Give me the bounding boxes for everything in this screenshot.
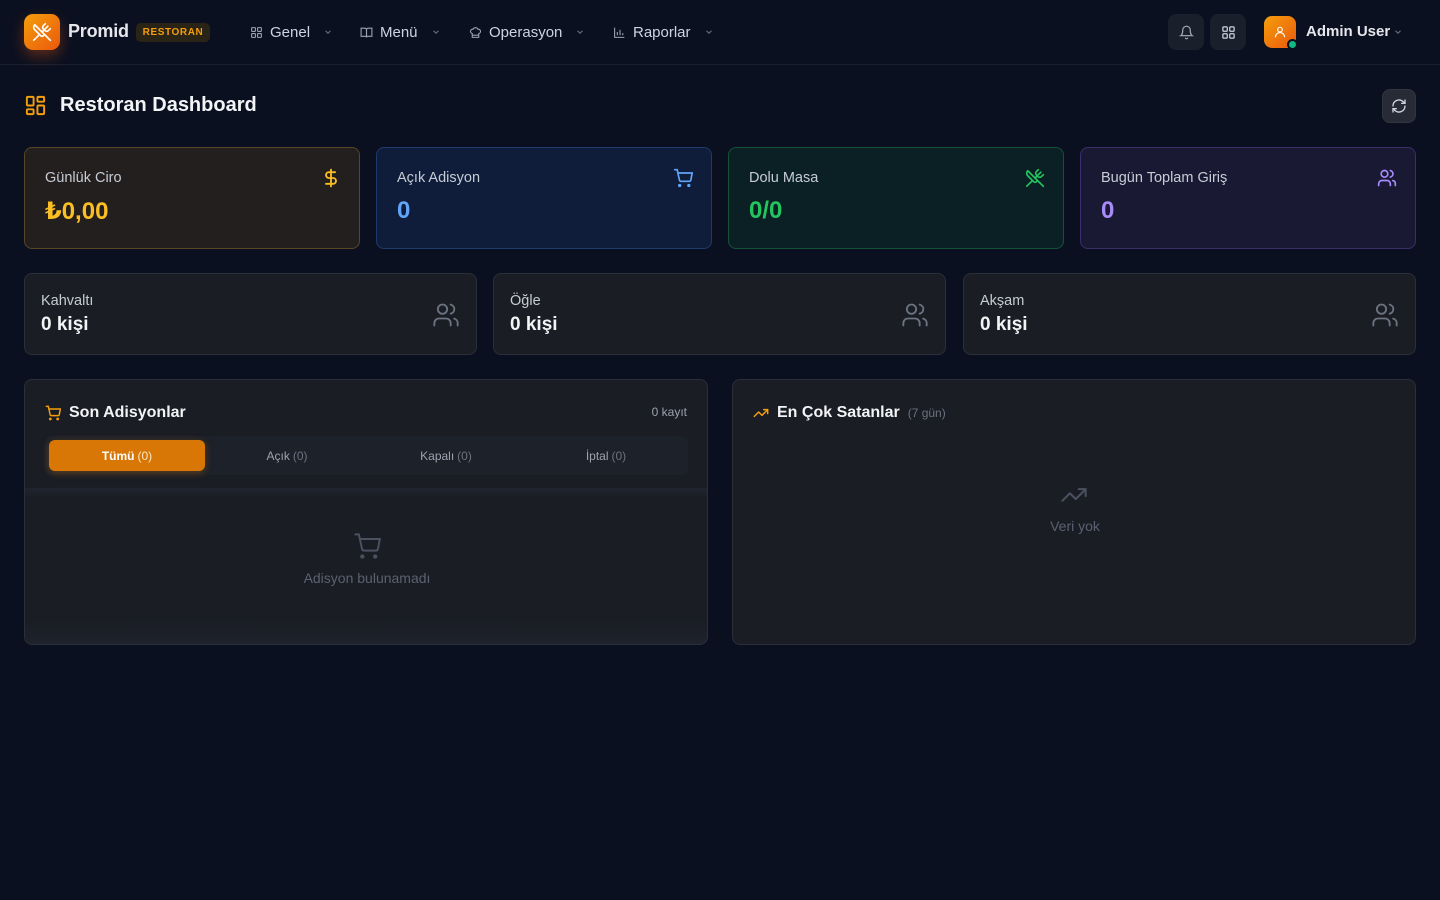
stat-card-occupied-tables: Dolu Masa 0/0 xyxy=(728,147,1064,249)
stat-value: ₺0,00 xyxy=(45,198,109,225)
tab-count: (0) xyxy=(611,448,627,463)
recent-orders-panel: Son Adisyonlar 0 kayıt Tümü (0) Açık (0) K… xyxy=(24,379,708,645)
nav-operasyon[interactable]: Operasyon xyxy=(469,18,585,46)
tab-label: Kapalı xyxy=(420,448,455,463)
nav-menu[interactable]: Menü xyxy=(360,18,441,46)
refresh-button[interactable] xyxy=(1382,89,1416,123)
cart-icon xyxy=(45,405,61,421)
panel-footer xyxy=(25,620,707,644)
cart-icon xyxy=(354,533,381,559)
stat-card-total-entries: Bugün Toplam Giriş 0 xyxy=(1080,147,1416,249)
utensils-crossed-icon xyxy=(1025,168,1045,188)
meal-label: Akşam xyxy=(980,293,1025,309)
recent-orders-title: Son Adisyonlar xyxy=(69,404,186,421)
users-icon xyxy=(433,303,459,327)
grid-icon xyxy=(1221,25,1235,39)
tab-closed[interactable]: Kapalı (0) xyxy=(368,440,524,471)
stat-label: Dolu Masa xyxy=(749,170,819,186)
stat-value: 0 xyxy=(1101,197,1115,224)
meal-label: Kahvaltı xyxy=(41,293,94,309)
empty-state-text: Veri yok xyxy=(1050,518,1100,534)
users-icon xyxy=(1377,169,1397,187)
tab-count: (0) xyxy=(457,448,472,463)
meal-label: Öğle xyxy=(510,293,541,309)
user-icon xyxy=(1274,26,1286,38)
tab-open[interactable]: Açık (0) xyxy=(209,440,365,471)
trending-up-icon xyxy=(1061,488,1087,502)
nav-operasyon-label: Operasyon xyxy=(489,23,563,41)
tab-count: (0) xyxy=(292,448,308,463)
meal-value: 0 kişi xyxy=(41,314,89,335)
apps-button[interactable] xyxy=(1210,14,1246,50)
online-status-dot xyxy=(1287,39,1298,50)
notifications-button[interactable] xyxy=(1168,14,1204,50)
brand-name[interactable]: Promid xyxy=(68,21,129,42)
top-navbar: Promid RESTORAN Genel Menü Operasyon Rap… xyxy=(0,0,1440,65)
dollar-icon xyxy=(325,168,337,188)
tab-label: Açık xyxy=(266,448,290,463)
utensils-crossed-icon xyxy=(32,22,52,42)
tab-all[interactable]: Tümü (0) xyxy=(49,440,205,471)
users-icon xyxy=(902,303,928,327)
top-sellers-panel: En Çok Satanlar (7 gün) Veri yok xyxy=(732,379,1416,645)
users-icon xyxy=(1372,303,1398,327)
empty-state-text: Adisyon bulunamadı xyxy=(303,570,431,586)
meal-card-lunch: Öğle 0 kişi xyxy=(493,273,946,355)
bar-chart-icon xyxy=(614,27,625,38)
stat-value: 0 xyxy=(397,197,411,224)
order-status-tabs: Tümü (0) Açık (0) Kapalı (0) İptal (0) xyxy=(45,436,688,475)
cart-icon xyxy=(673,168,693,188)
tab-cancelled[interactable]: İptal (0) xyxy=(528,440,684,471)
tab-count: (0) xyxy=(137,448,153,463)
brand-badge: RESTORAN xyxy=(136,23,210,42)
nav-raporlar-label: Raporlar xyxy=(633,23,691,41)
refresh-icon xyxy=(1392,99,1406,113)
chevron-down-icon xyxy=(577,30,584,34)
stat-label: Bugün Toplam Giriş xyxy=(1101,170,1228,186)
tab-label: İptal xyxy=(585,448,609,463)
user-name[interactable]: Admin User xyxy=(1306,23,1390,40)
record-count: 0 kayıt xyxy=(651,405,687,419)
panel-title: Son Adisyonlar xyxy=(45,404,186,422)
chevron-down-icon xyxy=(705,30,712,34)
top-sellers-title: En Çok Satanlar xyxy=(777,404,900,421)
stat-label: Günlük Ciro xyxy=(45,170,122,186)
trending-up-icon xyxy=(753,408,769,418)
meal-card-breakfast: Kahvaltı 0 kişi xyxy=(24,273,477,355)
chef-hat-icon xyxy=(469,26,482,38)
period-label: (7 gün) xyxy=(907,406,946,420)
nav-genel-label: Genel xyxy=(270,23,311,41)
grid-icon xyxy=(251,26,262,38)
chevron-down-icon xyxy=(432,30,439,34)
stat-value: 0/0 xyxy=(749,197,783,224)
stat-card-daily-revenue: Günlük Ciro ₺0,00 xyxy=(24,147,360,249)
nav-menu-label: Menü xyxy=(380,23,418,41)
page-title: Restoran Dashboard xyxy=(60,94,257,116)
divider xyxy=(25,488,707,498)
nav-raporlar[interactable]: Raporlar xyxy=(613,18,714,46)
bell-icon xyxy=(1178,25,1194,39)
tab-label: Tümü xyxy=(101,448,135,463)
chevron-down-icon[interactable] xyxy=(1393,27,1403,37)
meal-value: 0 kişi xyxy=(980,314,1028,335)
nav-genel[interactable]: Genel xyxy=(250,18,333,46)
chevron-down-icon xyxy=(325,30,331,34)
dashboard-icon xyxy=(25,95,46,116)
meal-card-dinner: Akşam 0 kişi xyxy=(963,273,1416,355)
panel-title: En Çok Satanlar (7 gün) xyxy=(753,404,946,422)
book-icon xyxy=(360,27,373,37)
stat-label: Açık Adisyon xyxy=(397,170,481,186)
meal-value: 0 kişi xyxy=(510,314,558,335)
stat-card-open-orders: Açık Adisyon 0 xyxy=(376,147,712,249)
brand-logo[interactable] xyxy=(24,14,60,50)
